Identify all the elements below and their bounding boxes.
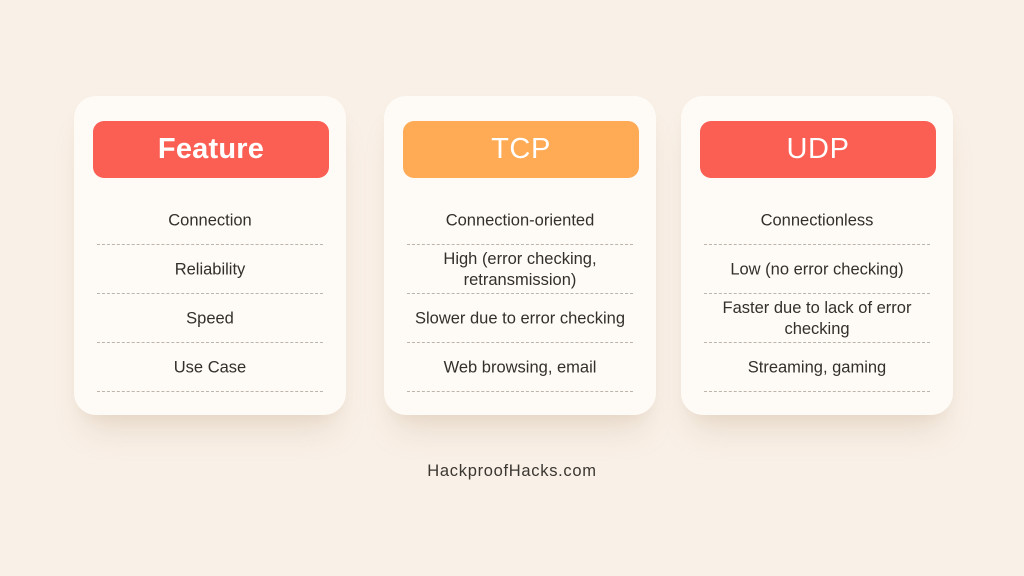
table-row: Slower due to error checking xyxy=(384,294,656,343)
table-row: Reliability xyxy=(74,245,346,294)
comparison-table: Feature Connection Reliability Speed Use… xyxy=(0,96,1024,416)
table-cell: High (error checking, retransmission) xyxy=(443,249,597,289)
row-divider xyxy=(704,391,930,392)
column-header-label: TCP xyxy=(491,133,551,165)
column-header-udp: UDP xyxy=(700,121,936,178)
column-header-label: Feature xyxy=(157,133,265,165)
column-header-tcp: TCP xyxy=(403,121,639,178)
column-rows: Connectionless Low (no error checking) F… xyxy=(681,196,953,392)
table-cell: Reliability xyxy=(174,260,246,278)
table-cell: Connectionless xyxy=(760,211,874,229)
site-attribution: HackproofHacks.com xyxy=(427,462,597,480)
column-header-feature: Feature xyxy=(93,121,329,178)
footer: HackproofHacks.com xyxy=(0,462,1024,481)
table-row: Faster due to lack of error checking xyxy=(681,294,953,343)
table-row: Speed xyxy=(74,294,346,343)
comparison-infographic: Feature Connection Reliability Speed Use… xyxy=(0,0,1024,576)
table-cell: Faster due to lack of error checking xyxy=(722,298,912,338)
table-cell: Connection-oriented xyxy=(445,211,595,229)
comparison-column-tcp: TCP Connection-oriented High (error chec… xyxy=(384,96,656,415)
comparison-column-feature: Feature Connection Reliability Speed Use… xyxy=(74,96,346,415)
comparison-column-udp: UDP Connectionless Low (no error checkin… xyxy=(681,96,953,415)
table-cell: Connection xyxy=(168,211,252,229)
row-divider xyxy=(407,391,633,392)
table-row: Connection-oriented xyxy=(384,196,656,245)
table-row: Use Case xyxy=(74,343,346,392)
table-cell: Speed xyxy=(186,309,234,327)
table-row: Connection xyxy=(74,196,346,245)
table-row: High (error checking, retransmission) xyxy=(384,245,656,294)
column-header-label: UDP xyxy=(786,133,850,165)
table-cell: Use Case xyxy=(173,358,247,376)
column-rows: Connection Reliability Speed Use Case xyxy=(74,196,346,392)
row-divider xyxy=(97,391,323,392)
table-cell: Streaming, gaming xyxy=(747,358,887,376)
table-cell: Slower due to error checking xyxy=(414,309,626,327)
table-row: Streaming, gaming xyxy=(681,343,953,392)
table-cell: Low (no error checking) xyxy=(730,260,904,278)
table-cell: Web browsing, email xyxy=(443,358,597,376)
table-row: Web browsing, email xyxy=(384,343,656,392)
table-row: Low (no error checking) xyxy=(681,245,953,294)
column-rows: Connection-oriented High (error checking… xyxy=(384,196,656,392)
table-row: Connectionless xyxy=(681,196,953,245)
